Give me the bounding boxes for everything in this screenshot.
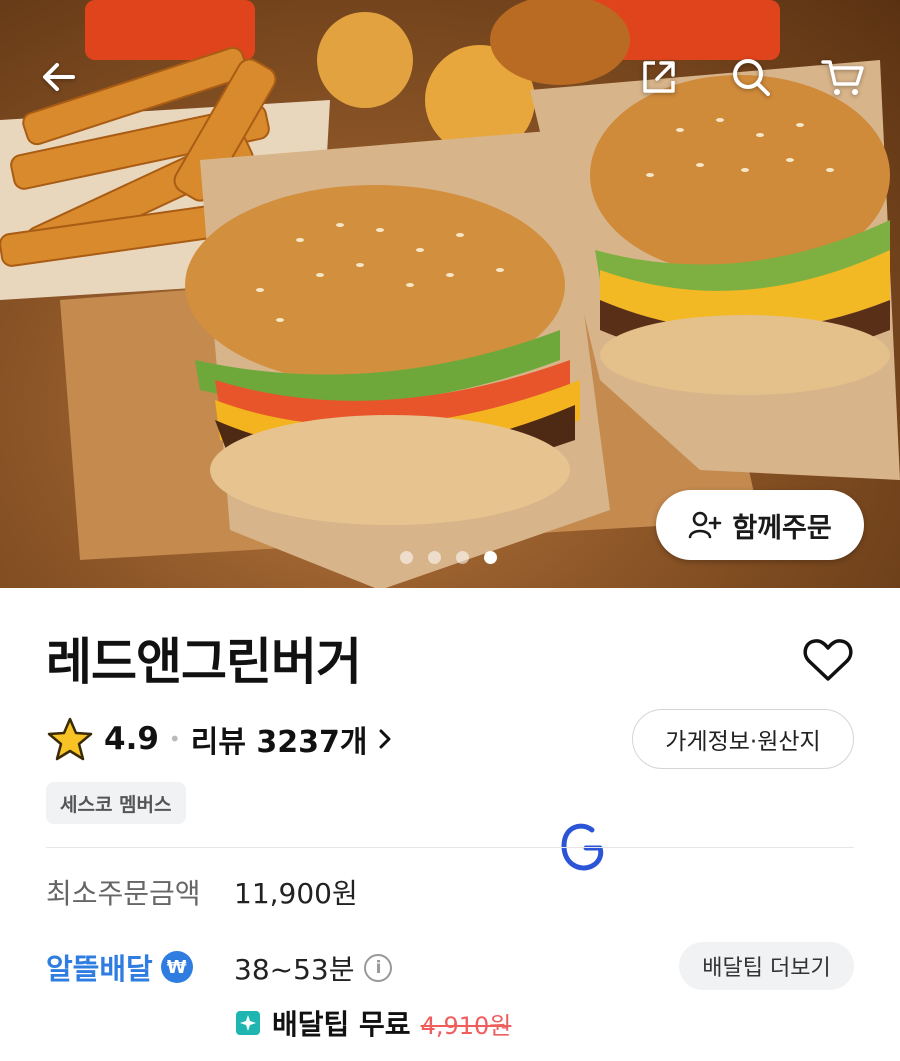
member-badge: 세스코 멤버스 — [46, 782, 186, 824]
free-tip-row: 배달팁 무료 4,910원 — [234, 1003, 511, 1043]
carousel-indicator — [400, 551, 497, 564]
sparkle-icon — [236, 1011, 260, 1035]
carousel-dot-active[interactable] — [484, 551, 497, 564]
cart-button[interactable] — [818, 52, 868, 102]
rating-score: 4.9 — [104, 721, 159, 757]
free-tip-label: 배달팁 무료 — [272, 1008, 411, 1041]
hero-image[interactable]: 함께주문 — [0, 0, 900, 588]
arrow-left-icon — [43, 63, 75, 91]
star-icon — [47, 717, 93, 761]
chevron-right-icon — [379, 729, 391, 749]
share-icon — [643, 61, 675, 93]
cart-icon — [821, 60, 864, 95]
carousel-dot[interactable] — [428, 551, 441, 564]
group-order-label: 함께주문 — [732, 512, 832, 544]
rating-row: 4.9 • 리뷰 3237개 — [46, 716, 393, 762]
delivery-time-row: 38~53분 i — [234, 948, 393, 988]
reviews-label: 리뷰 3237개 — [190, 725, 368, 760]
original-tip-price: 4,910원 — [420, 1011, 512, 1040]
handwritten-scribble — [561, 823, 604, 871]
search-icon — [733, 59, 770, 96]
group-order-button[interactable]: 함께주문 — [656, 490, 864, 560]
store-name: 레드앤그린버거 — [46, 633, 362, 691]
info-icon[interactable]: i — [364, 954, 393, 982]
carousel-dot[interactable] — [456, 551, 469, 564]
min-order-label: 최소주문금액 — [46, 877, 201, 910]
separator-dot: • — [168, 727, 181, 751]
tip-more-button[interactable]: 배달팁 더보기 — [679, 942, 854, 990]
divider — [46, 847, 854, 848]
back-button[interactable] — [34, 52, 84, 102]
person-add-icon — [689, 511, 722, 539]
store-info-button[interactable]: 가게정보·원산지 — [632, 709, 854, 769]
reviews-link[interactable]: 리뷰 3237개 — [191, 717, 394, 761]
heart-icon[interactable] — [800, 632, 856, 688]
min-order-value: 11,900원 — [234, 877, 358, 910]
delivery-type[interactable]: 알뜰배달 ₩ — [46, 946, 193, 988]
won-check-icon: ₩ — [160, 951, 193, 983]
carousel-dot[interactable] — [400, 551, 413, 564]
delivery-time: 38~53분 — [234, 953, 355, 986]
search-button[interactable] — [726, 52, 776, 102]
share-button[interactable] — [634, 52, 684, 102]
delivery-type-label: 알뜰배달 — [46, 952, 153, 986]
